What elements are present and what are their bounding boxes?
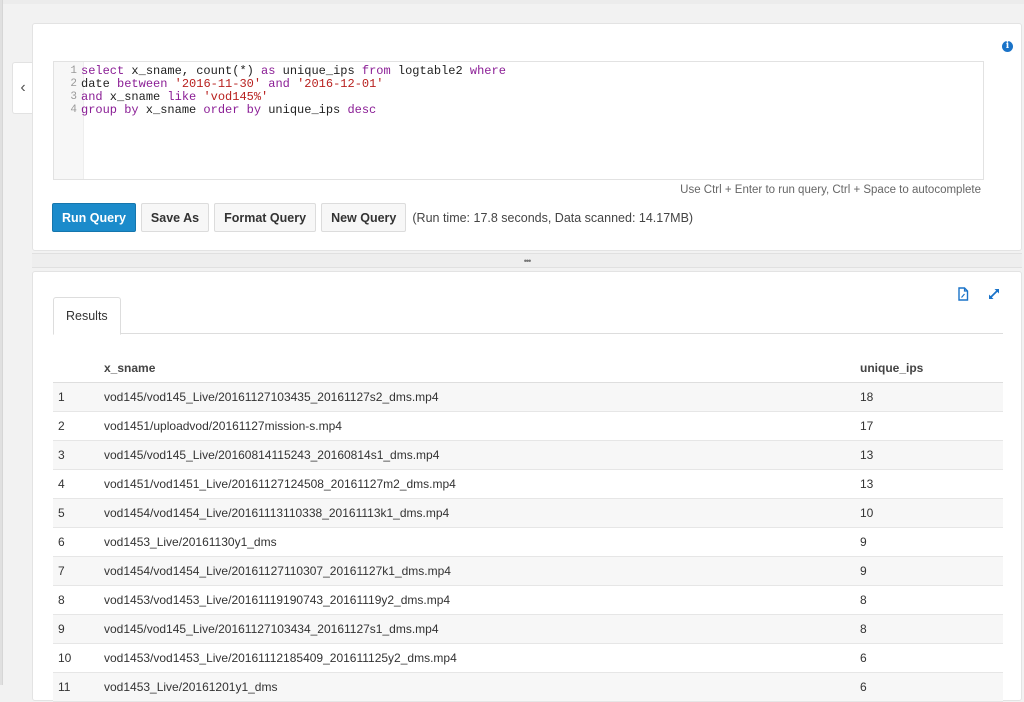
- cell-unique-ips: 6: [860, 680, 867, 694]
- line-number: 4: [70, 104, 77, 116]
- cell-unique-ips: 13: [860, 448, 874, 462]
- cell-x-sname: vod1454/vod1454_Live/20161113110338_2016…: [104, 506, 450, 520]
- sql-identifier: logtable2: [390, 64, 470, 78]
- table-row[interactable]: 2 vod1451/uploadvod/20161127mission-s.mp4…: [53, 412, 1003, 441]
- sql-identifier: unique_ips: [261, 103, 348, 117]
- keyboard-hint: Use Ctrl + Enter to run query, Ctrl + Sp…: [680, 184, 981, 196]
- sql-keyword: as: [261, 64, 276, 78]
- panel-resize-handle[interactable]: •••: [32, 253, 1022, 268]
- code-text: group by x_sname order by unique_ips des…: [81, 104, 376, 117]
- tab-results[interactable]: Results: [53, 297, 121, 335]
- cell-unique-ips: 6: [860, 651, 867, 665]
- table-row[interactable]: 6 vod1453_Live/20161130y1_dms 9: [53, 528, 1003, 557]
- cell-unique-ips: 9: [860, 535, 867, 549]
- results-table: x_sname unique_ips 1 vod145/vod145_Live/2…: [53, 354, 1003, 702]
- cell-unique-ips: 8: [860, 622, 867, 636]
- cell-x-sname: vod1453/vod1453_Live/20161112185409_2016…: [104, 651, 457, 665]
- sql-keyword: desc: [347, 103, 377, 117]
- table-row[interactable]: 1 vod145/vod145_Live/20161127103435_20161…: [53, 383, 1003, 412]
- sql-keyword: select: [81, 64, 125, 78]
- table-row[interactable]: 11 vod1453_Live/20161201y1_dms 6: [53, 673, 1003, 702]
- chevron-left-icon: ‹: [20, 79, 26, 96]
- format-query-button[interactable]: Format Query: [214, 203, 317, 232]
- sql-code[interactable]: 1 select x_sname, count(*) as unique_ips …: [54, 65, 983, 117]
- sql-keyword: and: [81, 90, 103, 104]
- sql-keyword: like: [167, 90, 197, 104]
- line-number: 3: [70, 91, 77, 103]
- cell-x-sname: vod1453_Live/20161201y1_dms: [104, 680, 278, 694]
- row-index: 8: [58, 593, 65, 607]
- row-index: 6: [58, 535, 65, 549]
- sql-keyword: between: [117, 77, 168, 91]
- cell-unique-ips: 8: [860, 593, 867, 607]
- row-index: 2: [58, 419, 65, 433]
- results-panel: Results x_sname unique_ips 1 vod145/vod14…: [32, 271, 1022, 702]
- line-number: 1: [70, 65, 77, 77]
- sql-string: '2016-12-01': [297, 77, 384, 91]
- cell-x-sname: vod1451/uploadvod/20161127mission-s.mp4: [104, 419, 342, 433]
- cell-x-sname: vod1453/vod1453_Live/20161119190743_2016…: [104, 593, 451, 607]
- sql-keyword: and: [268, 77, 290, 91]
- sql-identifier: x_sname, count(*): [124, 64, 262, 78]
- table-header: x_sname unique_ips: [53, 354, 1003, 383]
- cell-x-sname: vod1454/vod1454_Live/20161127110307_2016…: [104, 564, 451, 578]
- cell-x-sname: vod1451/vod1451_Live/20161127124508_2016…: [104, 477, 456, 491]
- row-index: 3: [58, 448, 65, 462]
- query-editor-panel: i 1 select x_sname, count(*) as unique_ip…: [32, 23, 1022, 251]
- sql-identifier: [167, 77, 174, 91]
- sql-keyword: group by: [81, 103, 139, 117]
- sql-keyword: from: [361, 64, 391, 78]
- run-info: (Run time: 17.8 seconds, Data scanned: 1…: [412, 210, 694, 225]
- table-row[interactable]: 7 vod1454/vod1454_Live/20161127110307_201…: [53, 557, 1003, 586]
- row-index: 7: [58, 564, 65, 578]
- sql-string: '2016-11-30': [174, 77, 262, 91]
- row-index: 11: [58, 680, 71, 694]
- cell-unique-ips: 10: [860, 506, 874, 520]
- cell-unique-ips: 13: [860, 477, 874, 491]
- cell-unique-ips: 17: [860, 419, 874, 433]
- column-header-unique-ips[interactable]: unique_ips: [860, 361, 1003, 375]
- cell-x-sname: vod145/vod145_Live/20161127103435_201611…: [104, 390, 439, 404]
- info-icon[interactable]: i: [1002, 41, 1013, 52]
- row-index: 9: [58, 622, 65, 636]
- table-row[interactable]: 5 vod1454/vod1454_Live/20161113110338_201…: [53, 499, 1003, 528]
- row-index: 5: [58, 506, 65, 520]
- top-strip: [0, 0, 1024, 4]
- line-number: 2: [70, 78, 77, 90]
- sql-identifier: unique_ips: [275, 64, 362, 78]
- left-edge: [0, 0, 3, 685]
- row-index: 4: [58, 477, 65, 491]
- table-row[interactable]: 10 vod1453/vod1453_Live/20161112185409_20…: [53, 644, 1003, 673]
- save-as-button[interactable]: Save As: [140, 203, 210, 232]
- sql-editor[interactable]: 1 select x_sname, count(*) as unique_ips …: [53, 61, 984, 180]
- cell-x-sname: vod145/vod145_Live/20160814115243_201608…: [104, 448, 440, 462]
- collapse-sidebar-button[interactable]: ‹: [12, 62, 33, 114]
- table-row[interactable]: 8 vod1453/vod1453_Live/20161119190743_201…: [53, 586, 1003, 615]
- sql-identifier: date: [81, 77, 118, 91]
- code-line[interactable]: 4 group by x_sname order by unique_ips de…: [54, 104, 983, 117]
- row-index: 1: [58, 390, 65, 404]
- table-row[interactable]: 4 vod1451/vod1451_Live/20161127124508_201…: [53, 470, 1003, 499]
- row-index: 10: [58, 651, 72, 665]
- sql-identifier: x_sname: [138, 103, 204, 117]
- cell-unique-ips: 18: [860, 390, 874, 404]
- new-query-button[interactable]: New Query: [321, 203, 407, 232]
- cell-x-sname: vod145/vod145_Live/20161127103434_201611…: [104, 622, 439, 636]
- results-tabs: Results: [53, 297, 1003, 335]
- run-query-button[interactable]: Run Query: [52, 203, 136, 232]
- sql-string: 'vod145%': [203, 90, 269, 104]
- table-row[interactable]: 3 vod145/vod145_Live/20160814115243_20160…: [53, 441, 1003, 470]
- sql-keyword: where: [469, 64, 506, 78]
- column-header-x-sname[interactable]: x_sname: [104, 361, 860, 375]
- drag-dots-icon: •••: [523, 255, 532, 266]
- cell-unique-ips: 9: [860, 564, 867, 578]
- query-toolbar: Run Query Save As Format Query New Query…: [52, 203, 693, 232]
- sql-keyword: order by: [203, 103, 262, 117]
- table-row[interactable]: 9 vod145/vod145_Live/20161127103434_20161…: [53, 615, 1003, 644]
- cell-x-sname: vod1453_Live/20161130y1_dms: [104, 535, 277, 549]
- sql-identifier: x_sname: [102, 90, 168, 104]
- sql-identifier: [290, 77, 297, 91]
